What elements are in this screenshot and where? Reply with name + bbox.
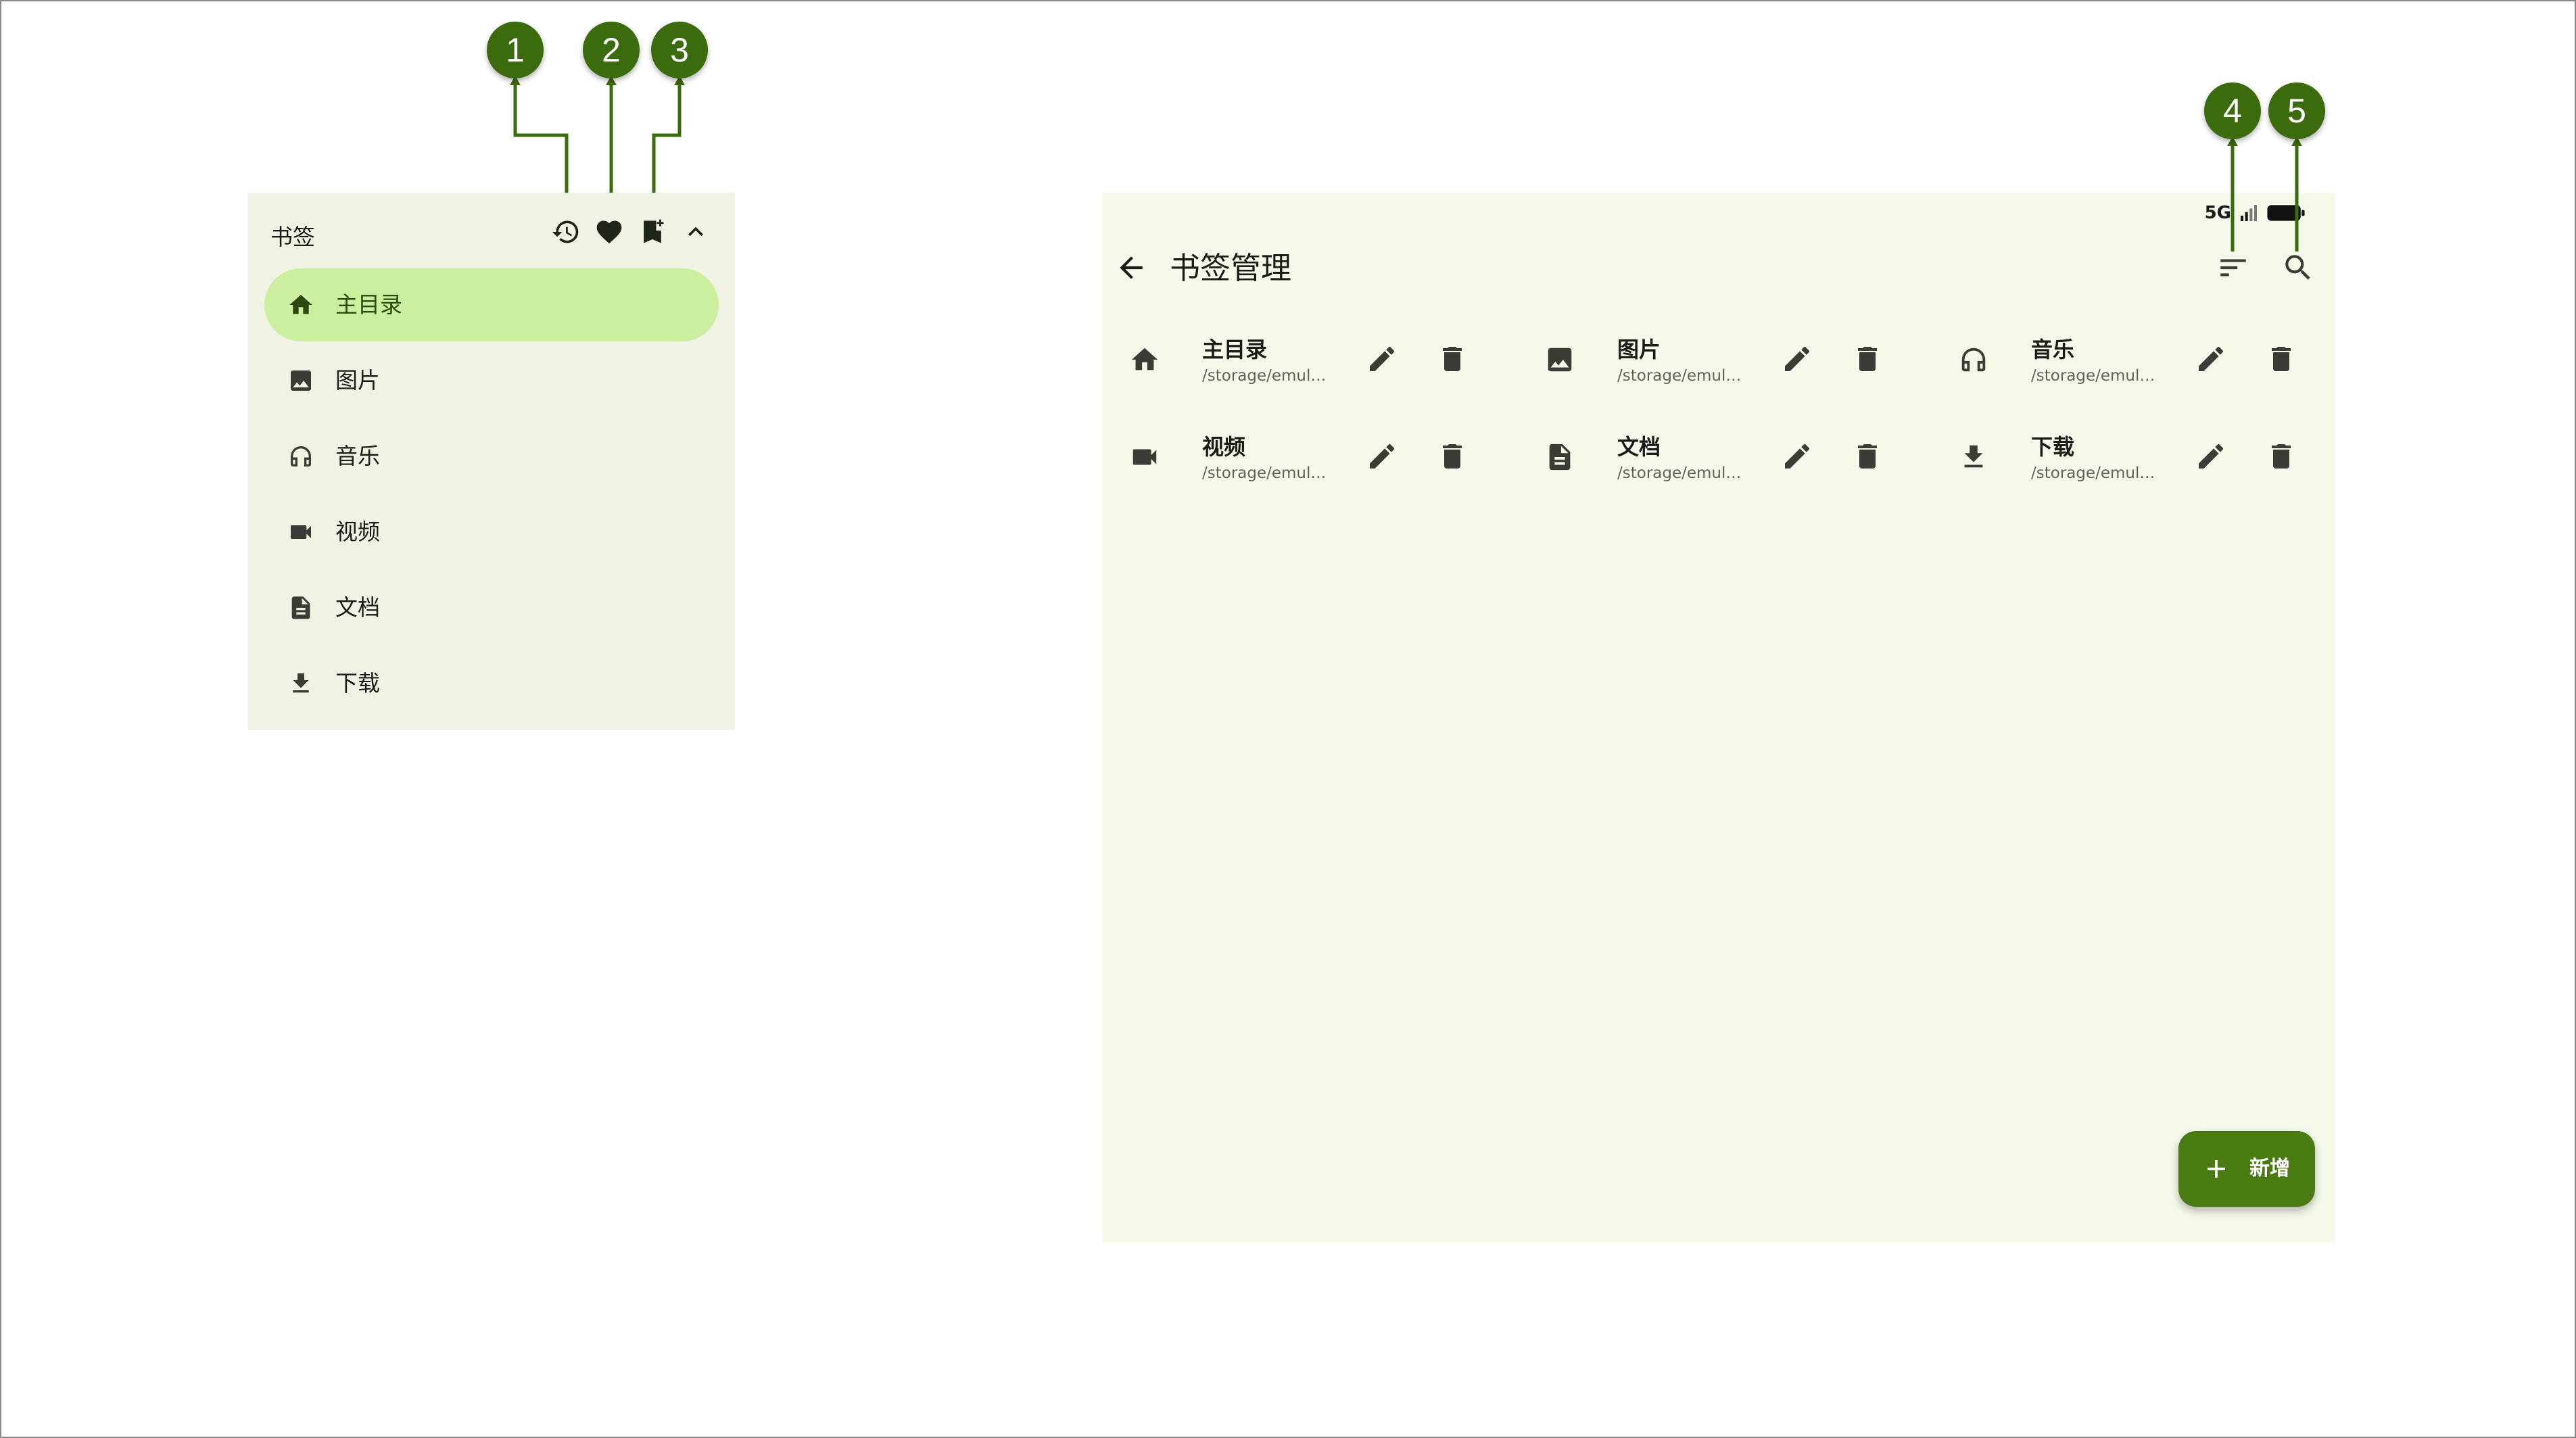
callout-lines	[510, 76, 2302, 251]
callout-badge-5: 5	[2268, 82, 2325, 139]
callout-badge-4: 4	[2204, 82, 2261, 139]
callout-badge-2: 2	[583, 22, 640, 78]
callout-badge-3: 3	[651, 22, 708, 78]
callout-badge-1: 1	[487, 22, 544, 78]
